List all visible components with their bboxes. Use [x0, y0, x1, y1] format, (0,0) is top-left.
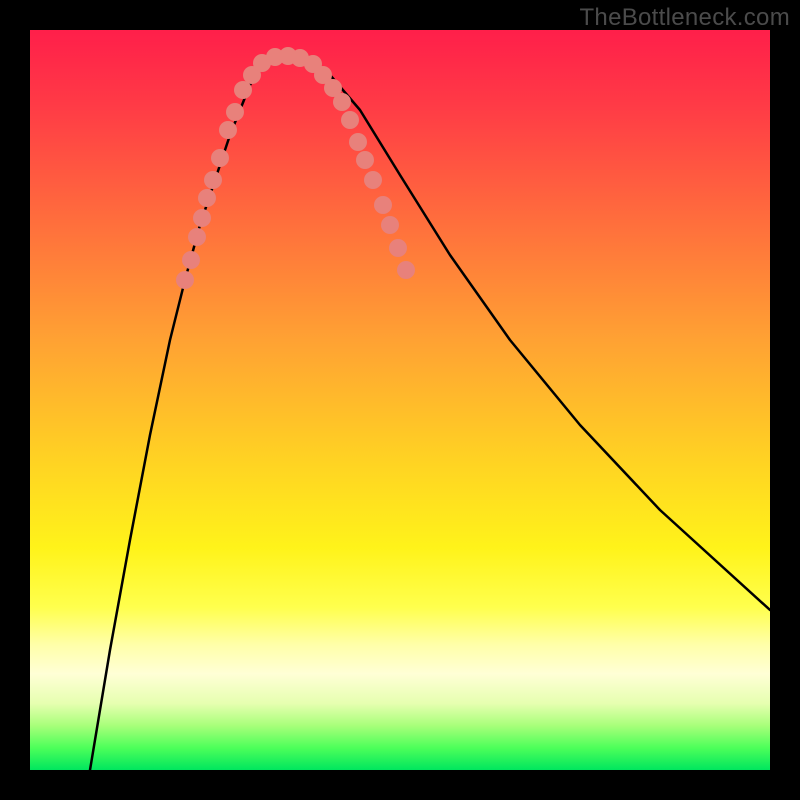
curve-marker	[374, 196, 392, 214]
curve-marker	[356, 151, 374, 169]
curve-marker	[226, 103, 244, 121]
curve-marker	[182, 251, 200, 269]
curve-marker	[397, 261, 415, 279]
curve-marker	[333, 93, 351, 111]
curve-marker	[381, 216, 399, 234]
chart-svg	[30, 30, 770, 770]
curve-marker	[234, 81, 252, 99]
bottleneck-curve	[90, 56, 770, 770]
curve-marker	[364, 171, 382, 189]
watermark-text: TheBottleneck.com	[579, 4, 790, 32]
curve-marker	[204, 171, 222, 189]
curve-marker	[389, 239, 407, 257]
curve-marker	[219, 121, 237, 139]
curve-marker	[211, 149, 229, 167]
curve-marker	[176, 271, 194, 289]
curve-marker	[188, 228, 206, 246]
curve-marker	[349, 133, 367, 151]
curve-marker	[341, 111, 359, 129]
curve-marker	[198, 189, 216, 207]
curve-markers	[176, 47, 415, 289]
curve-marker	[193, 209, 211, 227]
chart-frame: TheBottleneck.com	[0, 0, 800, 800]
plot-area	[30, 30, 770, 770]
